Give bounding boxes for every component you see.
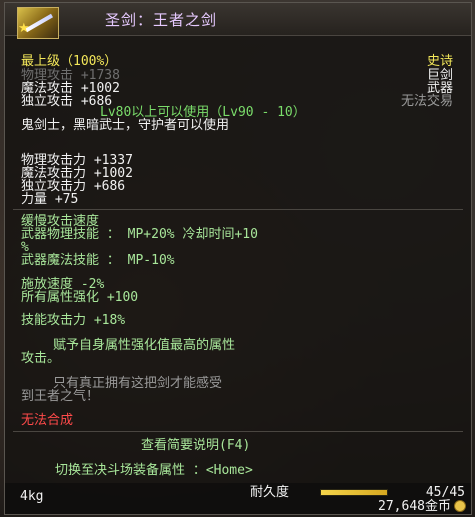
indep-attack-base: 独立攻击 +686 [21,94,113,109]
class-requirement: 鬼剑士，黑暗武士，守护者可以使用 [21,118,230,133]
item-name: 圣剑：王者之剑 [105,11,218,29]
item-rarity: 史诗 [426,54,453,69]
tooltip-header: ★ 圣剑：王者之剑 [5,3,471,39]
switch-arena-stats-button[interactable]: 切换至决斗场装备属性 ：<Home> [55,464,253,478]
sword-icon: ★ [17,7,59,39]
no-fusion-status: 无法合成 [21,413,74,428]
view-summary-button[interactable]: 查看简要说明(F4) [141,439,250,453]
skill-attack: 技能攻击力 +18% [21,313,126,328]
stat-strength: 力量 +75 [21,192,79,207]
weapon-magic-skill: 武器魔法技能 ： MP-10% [21,253,175,268]
durability-fill [321,490,387,495]
coin-icon [454,500,466,512]
divider [13,431,463,432]
divider [13,209,463,210]
item-grade: 最上级（100%） [21,54,118,69]
durability-value: 45/45 [425,485,465,500]
item-tooltip: ★ 圣剑：王者之剑 最上级（100%） 史诗 物理攻击 +1738 巨剑 魔法攻… [4,2,472,515]
durability-label: 耐久度 [250,485,290,500]
element-enhance: 所有属性强化 +100 [21,290,139,305]
trade-status: 无法交易 [400,94,453,109]
element-desc-1: 赋予自身属性强化值最高的属性 [53,338,236,353]
item-weight: 4kg [20,489,44,504]
weapon-phys-skill: 武器物理技能 ： MP+20% 冷却时间+10 [21,227,258,242]
flavor-text-2: 到王者之气！ [21,389,100,404]
star-icon: ★ [18,21,30,36]
durability-bar [320,489,388,496]
sell-price: 27,648金币 [378,499,451,514]
element-desc-2: 攻击。 [21,351,61,366]
